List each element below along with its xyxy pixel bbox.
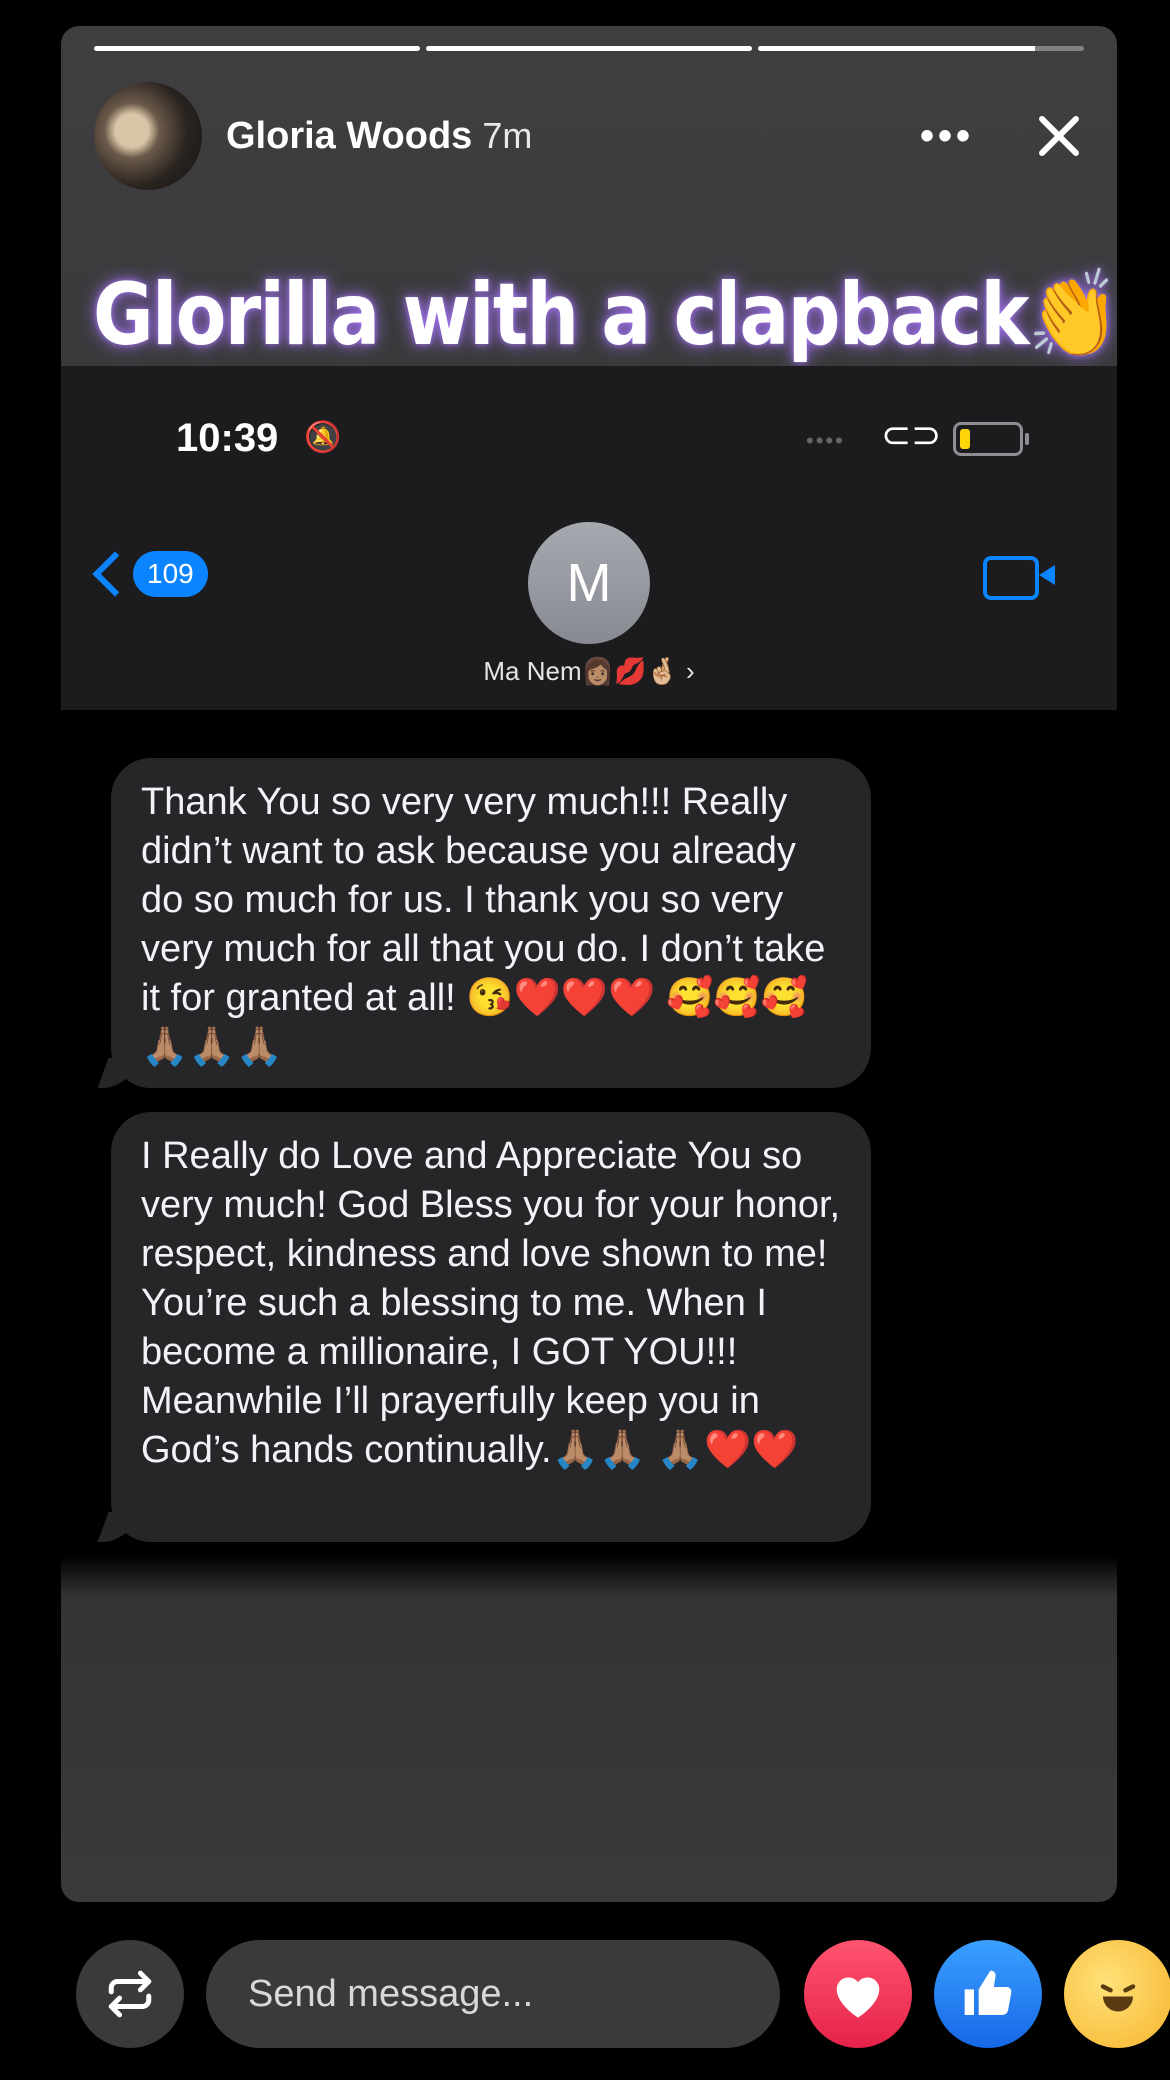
story-progress (94, 46, 1084, 51)
story-footer: Send message... (0, 1940, 1170, 2048)
message-bubble: Thank You so very very much!!! Really di… (111, 758, 871, 1088)
like-icon[interactable] (934, 1940, 1042, 2048)
chevron-left-icon (92, 551, 138, 597)
video-call-icon[interactable] (983, 556, 1055, 600)
haha-icon[interactable] (1064, 1940, 1170, 2048)
heart-icon[interactable] (804, 1940, 912, 2048)
link-icon: ⊂⊃ (881, 414, 942, 455)
signal-icon: •••• (806, 428, 845, 453)
silent-bell-icon: 🔕 (304, 421, 342, 454)
poster-name[interactable]: Gloria Woods (226, 115, 472, 158)
battery-icon (953, 422, 1029, 456)
message-bubble: I Really do Love and Appreciate You so v… (111, 1112, 871, 1542)
story-card: Gloria Woods 7m ••• Glorilla with a clap… (61, 26, 1117, 1902)
status-time: 10:39 (176, 416, 279, 460)
post-time: 7m (482, 115, 533, 156)
poster-avatar[interactable] (94, 82, 202, 190)
story-header: Gloria Woods 7m ••• (94, 82, 1084, 190)
messages-header: 10:39 🔕 •••• ⊂⊃ 109 M Ma Nem👩🏽💋🤞🏼 › (61, 366, 1117, 710)
send-message-input[interactable]: Send message... (206, 1940, 780, 2048)
contact-avatar[interactable]: M (528, 522, 650, 644)
progress-segment (426, 46, 752, 51)
shared-screenshot: 10:39 🔕 •••• ⊂⊃ 109 M Ma Nem👩🏽💋🤞🏼 › Than… (61, 366, 1117, 1556)
share-icon[interactable] (76, 1940, 184, 2048)
story-caption: Glorilla with a clapback👏 (93, 265, 1117, 365)
progress-segment (94, 46, 420, 51)
contact-name[interactable]: Ma Nem👩🏽💋🤞🏼 › (61, 656, 1117, 687)
contact-initial: M (566, 553, 612, 613)
progress-segment (758, 46, 1084, 51)
more-dots-icon[interactable]: ••• (920, 114, 974, 159)
unread-count-badge: 109 (133, 551, 208, 597)
close-icon[interactable] (1034, 111, 1084, 161)
back-button[interactable]: 109 (92, 551, 208, 597)
